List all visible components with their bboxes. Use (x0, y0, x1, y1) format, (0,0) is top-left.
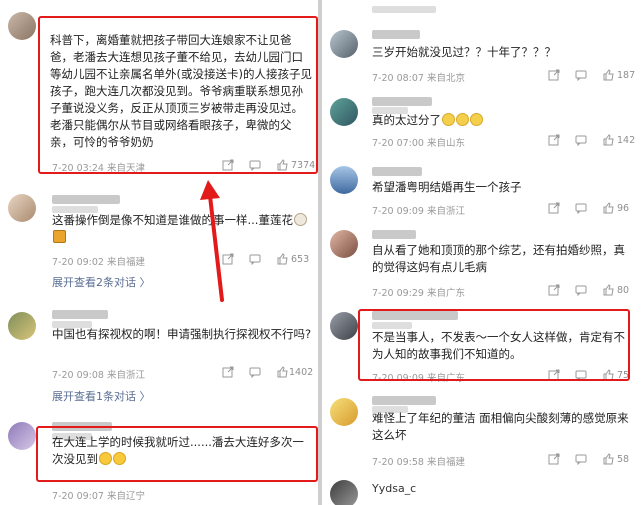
comment-meta: 7-20 07:00 来自山东 (372, 138, 465, 149)
expand-replies-link[interactable]: 展开查看1条对话 〉 (52, 388, 151, 404)
highlight-box (358, 309, 630, 381)
comment-item: 中国也有探视权的啊！申请强制执行探视权不行吗? 7-20 09:08 来自浙江 … (0, 302, 318, 414)
comment-icon[interactable] (575, 202, 587, 214)
share-icon[interactable] (548, 202, 560, 214)
avatar[interactable] (330, 230, 358, 258)
share-icon[interactable] (548, 453, 560, 465)
cry-emoji (470, 113, 483, 126)
comment-text: 希望潘粤明结婚再生一个孩子 (372, 180, 522, 194)
comment-item: 真的太过分了 7-20 07:00 来自山东 142 (322, 92, 641, 152)
like-icon[interactable] (603, 134, 615, 146)
share-icon[interactable] (222, 366, 234, 378)
comment-actions: 80 (548, 284, 640, 298)
comment-actions: 1402 (222, 366, 318, 380)
username[interactable] (372, 230, 416, 239)
comment-actions: 96 (548, 202, 640, 216)
like-icon[interactable] (603, 453, 615, 465)
comment-meta: 7-20 09:02 来自福建 (52, 257, 145, 268)
username[interactable] (372, 396, 436, 405)
comment-meta: 7-20 08:07 来自北京 (372, 73, 465, 84)
comment-item: 三岁开始就没见过？？十年了？？？ 7-20 08:07 来自北京 187 (322, 0, 641, 84)
comment-text: 自从看了她和顶顶的那个综艺，还有拍婚纱照，真的觉得这妈有点儿毛病 (372, 243, 625, 274)
comment-item: 难怪上了年纪的董洁 面相偏向尖酸刻薄的感觉原来这么坏 7-20 09:58 来自… (322, 390, 641, 470)
comment-item: 自从看了她和顶顶的那个综艺，还有拍婚纱照，真的觉得这妈有点儿毛病 7-20 09… (322, 224, 641, 304)
like-count: 1402 (289, 367, 314, 378)
avatar[interactable] (330, 98, 358, 126)
comment-text: 难怪上了年纪的董洁 面相偏向尖酸刻薄的感觉原来这么坏 (372, 411, 629, 442)
comment-meta: 7-20 09:58 来自福建 (372, 457, 465, 468)
comment-text: 中国也有探视权的啊！申请强制执行探视权不行吗? (52, 327, 312, 341)
share-icon[interactable] (222, 253, 234, 265)
avatar[interactable] (8, 312, 36, 340)
highlight-box (38, 16, 318, 174)
username[interactable] (372, 167, 422, 176)
avatar[interactable] (8, 422, 36, 450)
comment-actions: 142 (548, 134, 640, 148)
comment-item: 希望潘粤明结婚再生一个孩子 7-20 09:09 来自浙江 96 (322, 162, 641, 222)
highlight-box (36, 426, 318, 482)
comment-icon[interactable] (575, 134, 587, 146)
like-icon[interactable] (603, 284, 615, 296)
like-icon[interactable] (603, 202, 615, 214)
comment-icon[interactable] (575, 453, 587, 465)
comment-icon[interactable] (249, 366, 261, 378)
like-count: 653 (291, 254, 310, 265)
avatar[interactable] (8, 194, 36, 222)
avatar[interactable] (330, 312, 358, 340)
comment-actions: 653 (222, 253, 318, 267)
like-icon[interactable] (603, 69, 615, 81)
comment-item: 这番操作倒是像不知道是谁做的事一样...董莲花 7-20 09:02 来自福建 … (0, 186, 318, 294)
comment-text: 三岁开始就没见过？？十年了？？？ (372, 45, 556, 59)
comment-actions: 58 (548, 453, 640, 467)
username[interactable] (52, 310, 108, 319)
avatar[interactable] (330, 398, 358, 426)
sheep-emoji (293, 213, 307, 226)
like-count: 187 (617, 70, 636, 81)
comment-meta: 7-20 09:08 来自浙江 (52, 370, 145, 381)
like-icon[interactable] (277, 253, 289, 265)
comment-text: 真的太过分了 (372, 112, 632, 129)
avatar[interactable] (330, 30, 358, 58)
cry-emoji (456, 113, 469, 126)
share-icon[interactable] (548, 134, 560, 146)
comment-meta: 7-20 09:07 来自辽宁 (52, 491, 145, 502)
comment-actions: 187 (548, 69, 640, 83)
avatar[interactable] (330, 166, 358, 194)
comment-icon[interactable] (575, 284, 587, 296)
comment-icon[interactable] (575, 69, 587, 81)
avatar[interactable] (8, 12, 36, 40)
cry-emoji (442, 113, 455, 126)
username[interactable] (372, 97, 432, 106)
comment-icon[interactable] (249, 253, 261, 265)
comment-text: 这番操作倒是像不知道是谁做的事一样...董莲花 (52, 212, 314, 246)
username[interactable] (52, 195, 120, 204)
expand-replies-link[interactable]: 展开查看2条对话 〉 (52, 274, 151, 290)
like-count: 96 (617, 203, 630, 214)
like-count: 80 (617, 285, 630, 296)
avatar[interactable] (330, 480, 358, 505)
username[interactable]: Yydsa_c (372, 480, 572, 497)
beer-emoji (53, 230, 66, 243)
like-count: 142 (617, 135, 636, 146)
comment-item: Yydsa_c (322, 474, 641, 505)
comment-meta: 7-20 09:09 来自浙江 (372, 206, 465, 217)
like-icon[interactable] (277, 366, 289, 378)
right-comment-column: 三岁开始就没见过？？十年了？？？ 7-20 08:07 来自北京 187 真的太… (322, 0, 641, 505)
like-count: 58 (617, 454, 630, 465)
share-icon[interactable] (548, 69, 560, 81)
comment-meta: 7-20 09:29 来自广东 (372, 288, 465, 299)
username[interactable] (372, 30, 420, 39)
share-icon[interactable] (548, 284, 560, 296)
username[interactable] (372, 6, 436, 13)
